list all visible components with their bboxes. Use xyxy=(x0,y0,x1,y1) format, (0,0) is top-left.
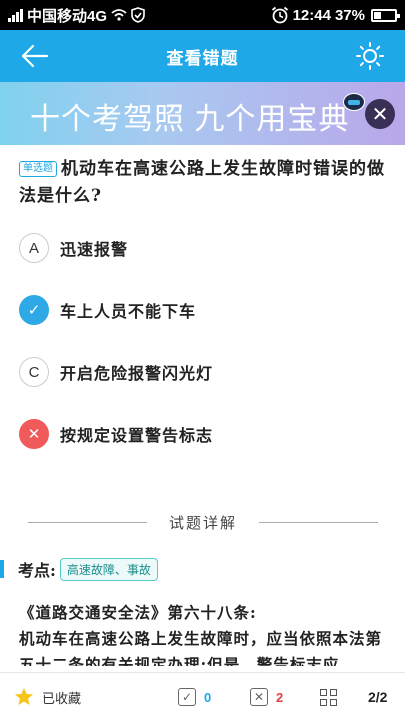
page-title: 查看错题 xyxy=(166,48,239,69)
signal-icon xyxy=(8,8,23,22)
right-count: 0 xyxy=(204,689,212,705)
option-c[interactable]: C 开启危险报警闪光灯 xyxy=(19,356,379,388)
explanation-text: 《道路交通安全法》第六十八条: 机动车在高速公路上发生故障时，应当依照本法第五十… xyxy=(19,600,391,666)
bottom-bar: 已收藏 ✓ 0 ✕ 2 2/2 xyxy=(0,672,405,720)
alarm-icon xyxy=(271,6,288,24)
option-b[interactable]: ✓ 车上人员不能下车 xyxy=(19,294,379,326)
option-b-text: 车上人员不能下车 xyxy=(60,302,197,321)
right-count-button[interactable]: ✓ 0 xyxy=(178,673,211,720)
clock-time: 12:44 xyxy=(292,6,331,24)
question-type-badge: 单选题 xyxy=(19,161,57,177)
sun-icon[interactable] xyxy=(355,41,385,71)
check-icon: ✓ xyxy=(19,295,49,325)
carrier-label: 中国移动4G xyxy=(27,7,108,25)
wrong-count-button[interactable]: ✕ 2 xyxy=(250,673,283,720)
option-c-marker: C xyxy=(19,357,49,387)
kaodian-tag[interactable]: 高速故障、事故 xyxy=(59,557,158,581)
option-a-marker: A xyxy=(19,233,49,263)
kaodian-label: 考点: xyxy=(18,561,56,580)
arrow-left-icon[interactable] xyxy=(20,42,50,70)
status-bar: 中国移动4G 12:44 37% xyxy=(0,0,405,30)
explanation-line-2: 机动车在高速公路上发生故障时，应当依照本法第五十二条的有关规定办理;但是，警告标… xyxy=(19,629,383,666)
favorite-button[interactable]: 已收藏 xyxy=(14,673,81,720)
question-text-block: 单选题 机动车在高速公路上发生故障时错误的做法是什么? xyxy=(19,156,389,210)
option-c-text: 开启危险报警闪光灯 xyxy=(60,364,214,383)
detail-divider: 试题详解 xyxy=(28,510,379,534)
explanation-line-1: 《道路交通安全法》第六十八条: xyxy=(19,603,257,622)
cross-box-icon: ✕ xyxy=(250,688,268,706)
option-a-text: 迅速报警 xyxy=(60,240,129,259)
close-icon[interactable]: ✕ xyxy=(365,99,395,129)
question-grid-button[interactable] xyxy=(320,673,337,720)
wrong-count: 2 xyxy=(276,689,284,705)
favorite-label: 已收藏 xyxy=(42,690,82,706)
wifi-icon xyxy=(111,9,127,21)
ad-banner[interactable]: 十个考驾照 九个用宝典 xyxy=(0,82,405,145)
question-text: 机动车在高速公路上发生故障时错误的做法是什么? xyxy=(19,159,385,206)
star-icon xyxy=(15,688,33,705)
battery-icon xyxy=(371,8,400,22)
car-logo-icon xyxy=(343,93,365,111)
grid-icon xyxy=(320,688,337,706)
check-box-icon: ✓ xyxy=(178,688,196,706)
shield-icon xyxy=(131,7,145,23)
page-indicator: 2/2 xyxy=(368,689,388,705)
kaodian-row: 考点: 高速故障、事故 xyxy=(0,556,158,582)
banner-text: 十个考驾照 九个用宝典 xyxy=(30,103,350,136)
option-a[interactable]: A 迅速报警 xyxy=(19,232,379,264)
option-d[interactable]: ✕ 按规定设置警告标志 xyxy=(19,418,379,450)
option-d-text: 按规定设置警告标志 xyxy=(60,426,214,445)
cross-icon: ✕ xyxy=(19,419,49,449)
battery-percent: 37% xyxy=(334,6,365,24)
nav-bar: 查看错题 xyxy=(0,30,405,82)
detail-heading: 试题详解 xyxy=(169,513,238,532)
